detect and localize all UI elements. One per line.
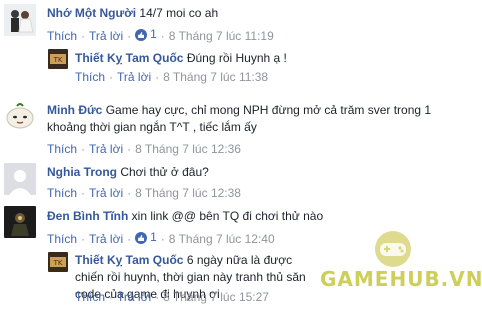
reply-link[interactable]: Trả lời: [89, 186, 123, 200]
thumbs-up-icon: [135, 29, 148, 41]
like-link[interactable]: Thích: [47, 29, 77, 43]
watermark-text: GAMEHUB.VN: [320, 267, 482, 291]
avatar[interactable]: [4, 206, 36, 238]
avatar[interactable]: [4, 100, 36, 132]
timestamp[interactable]: 8 Tháng 7 lúc 11:38: [163, 70, 268, 84]
reply-link[interactable]: Trả lời: [89, 29, 123, 43]
comment-author[interactable]: Minh Đức: [47, 103, 102, 117]
timestamp[interactable]: 8 Tháng 7 lúc 15:27: [163, 290, 269, 304]
svg-text:TK: TK: [53, 259, 63, 267]
like-count[interactable]: 1: [135, 27, 157, 41]
avatar[interactable]: TK: [48, 252, 68, 272]
comment-text: 14/7 moi co ah: [139, 6, 219, 20]
timestamp[interactable]: 8 Tháng 7 lúc 11:19: [169, 29, 274, 43]
comment-text: Chơi thử ở đâu?: [120, 165, 209, 179]
like-count[interactable]: 1: [135, 230, 157, 244]
svg-text:TK: TK: [53, 56, 63, 64]
comment-author[interactable]: Thiết Kỵ Tam Quốc: [75, 253, 183, 267]
timestamp[interactable]: 8 Tháng 7 lúc 12:36: [135, 142, 241, 156]
like-link[interactable]: Thích: [47, 186, 77, 200]
thumbs-up-icon: [135, 232, 148, 244]
like-link[interactable]: Thích: [75, 290, 105, 304]
reply-link[interactable]: Trả lời: [89, 232, 123, 246]
comment-author[interactable]: Thiết Kỵ Tam Quốc: [75, 51, 183, 65]
avatar[interactable]: [4, 163, 36, 195]
like-link[interactable]: Thích: [47, 232, 77, 246]
reply-link[interactable]: Trả lời: [89, 142, 123, 156]
reply-link[interactable]: Trả lời: [117, 70, 151, 84]
avatar[interactable]: TK: [48, 49, 68, 69]
like-link[interactable]: Thích: [47, 142, 77, 156]
avatar[interactable]: [4, 4, 36, 36]
comment-text: xin link @@ bên TQ đi chơi thử nào: [131, 209, 324, 223]
timestamp[interactable]: 8 Tháng 7 lúc 12:40: [169, 232, 275, 246]
watermark: GAMEHUB.VN: [308, 229, 482, 307]
timestamp[interactable]: 8 Tháng 7 lúc 12:38: [135, 186, 241, 200]
comment-author[interactable]: Nhớ Một Người: [47, 6, 136, 20]
comment-text: Đúng rồi Huynh ạ !: [186, 51, 287, 65]
gamepad-icon: [375, 231, 411, 267]
comment-text: Game hay cực, chỉ mong NPH đừng mở cả tr…: [47, 103, 432, 134]
reply-link[interactable]: Trả lời: [117, 290, 151, 304]
like-link[interactable]: Thích: [75, 70, 105, 84]
comment-author[interactable]: Đen Bình Tĩnh: [47, 209, 128, 223]
comment-author[interactable]: Nghia Trong: [47, 165, 117, 179]
